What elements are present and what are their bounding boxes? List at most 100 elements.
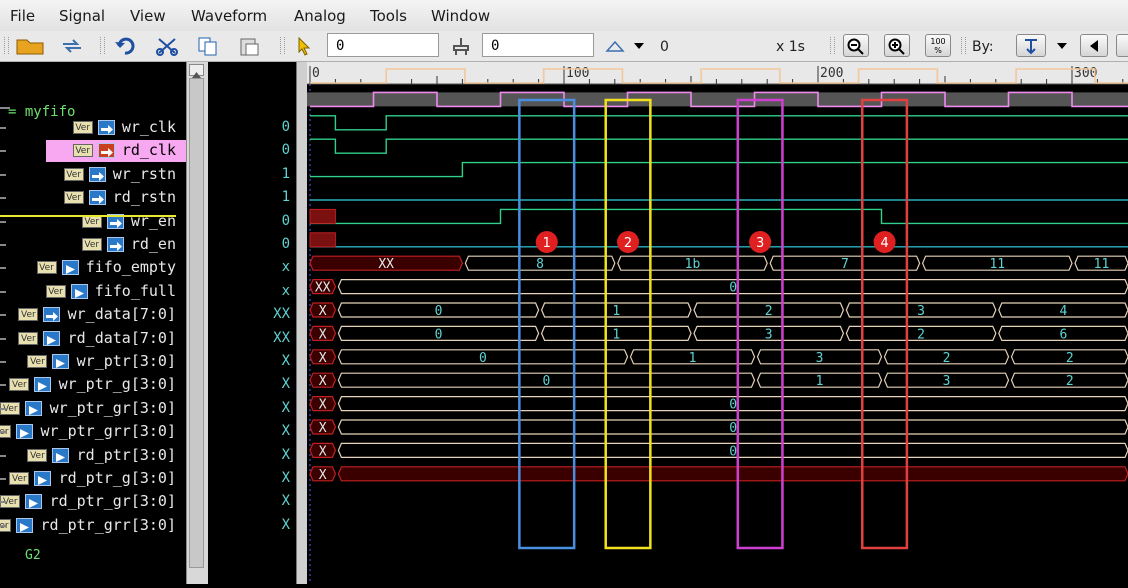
output-arrow-icon	[71, 284, 88, 299]
next-edge-icon[interactable]	[1116, 34, 1128, 57]
bus-value: X	[319, 444, 327, 459]
signal-row[interactable]: wr_enVer	[0, 211, 186, 233]
step-signal-icon[interactable]	[1016, 34, 1046, 57]
output-arrow-icon	[34, 471, 51, 486]
signal-row[interactable]: wr_ptr[3:0]Ver	[0, 351, 186, 373]
signal-row[interactable]: rd_ptr_gr[3:0]Ver	[0, 491, 186, 513]
bus-value: X	[319, 351, 327, 366]
signal-row[interactable]: wr_rstnVer	[0, 164, 186, 186]
bus-value: 0	[729, 444, 737, 459]
input-arrow-icon	[98, 120, 115, 135]
bus-value: 2	[917, 327, 925, 342]
dropdown-arrow-icon[interactable]	[632, 34, 646, 57]
verilog-badge-icon: Ver	[64, 168, 84, 181]
signal-row[interactable]: rd_ptr_grr[3:0]Ver	[0, 515, 186, 537]
signal-value: 0	[282, 213, 290, 229]
signal-row[interactable]: rd_rstnVer	[0, 187, 186, 209]
output-arrow-icon	[25, 401, 42, 416]
signal-row[interactable]: fifo_fullVer	[0, 281, 186, 303]
output-arrow-icon	[34, 377, 51, 392]
bus-value: X	[319, 398, 327, 413]
input-arrow-icon	[98, 143, 115, 158]
waveform-canvas[interactable]: 0100200300XX81b71111XX0X01234X01326X0132…	[307, 62, 1128, 584]
copy-icon[interactable]	[194, 34, 222, 57]
time-ruler	[307, 62, 1128, 84]
selected-row-band	[307, 92, 1128, 106]
waveform-panel[interactable]: 0100200300XX81b71111XX0X01234X01326X0132…	[307, 62, 1128, 584]
bus-value: 0	[435, 304, 443, 319]
signal-name: wr_data[7:0]	[68, 305, 176, 323]
bus-segment	[338, 467, 1128, 481]
menu-file[interactable]: File	[10, 7, 35, 25]
bus-value: 6	[1059, 327, 1067, 342]
scroll-up-icon[interactable]	[189, 64, 204, 76]
by-dropdown-icon[interactable]	[1054, 34, 1070, 57]
verilog-badge-icon: Ver	[37, 261, 57, 274]
x-state-hatch	[310, 233, 335, 247]
signal-row[interactable]: fifo_emptyVer	[0, 257, 186, 279]
paste-icon[interactable]	[236, 34, 264, 57]
menu-waveform[interactable]: Waveform	[191, 7, 267, 25]
menu-tools[interactable]: Tools	[370, 7, 407, 25]
by-label: By:	[972, 39, 994, 55]
output-arrow-icon	[62, 260, 79, 275]
signal-value: XX	[273, 306, 290, 322]
verilog-badge-icon: Ver	[27, 449, 47, 462]
signal-row[interactable]: wr_ptr_g[3:0]Ver	[0, 374, 186, 396]
bus-value: XX	[315, 281, 331, 296]
signal-row[interactable]: rd_enVer	[0, 234, 186, 256]
time-input[interactable]: 0	[327, 33, 439, 57]
cut-icon[interactable]	[153, 34, 181, 57]
open-folder-icon[interactable]	[14, 34, 46, 57]
bus-value: X	[319, 468, 327, 483]
signal-row[interactable]: wr_clkVer	[0, 117, 186, 139]
zoom-out-icon[interactable]	[843, 34, 869, 57]
signal-row[interactable]: wr_ptr_gr[3:0]Ver	[0, 398, 186, 420]
probe-icon[interactable]	[446, 34, 476, 57]
signal-value: x	[282, 283, 290, 299]
signal-name: wr_clk	[122, 118, 176, 136]
prev-edge-icon[interactable]	[1080, 34, 1108, 57]
bus-value: 2	[943, 351, 951, 366]
menu-view[interactable]: View	[130, 7, 166, 25]
verilog-badge-icon: Ver	[9, 472, 29, 485]
bus-value: 11	[989, 257, 1005, 272]
signal-row[interactable]: rd_ptr_g[3:0] Ver	[0, 468, 186, 490]
output-arrow-icon	[43, 331, 60, 346]
signal-row[interactable]: rd_ptr[3:0]Ver	[0, 445, 186, 467]
annotation-label: 3	[756, 236, 764, 251]
insertion-marker	[0, 215, 176, 217]
input-arrow-icon	[89, 167, 106, 182]
signal-value: X	[282, 353, 290, 369]
signal-name: rd_ptr_g[3:0]	[59, 469, 176, 487]
bus-value: 1	[612, 304, 620, 319]
signal-value: X	[282, 400, 290, 416]
reload-icon[interactable]	[58, 34, 86, 57]
undo-icon[interactable]	[112, 34, 140, 57]
zoom-in-icon[interactable]	[884, 34, 910, 57]
bus-value: 0	[435, 327, 443, 342]
annotation-label: 1	[543, 236, 551, 251]
zoom-100-button[interactable]: 100 %	[925, 34, 951, 57]
scroll-thumb[interactable]	[189, 78, 204, 568]
bus-value: 1	[689, 351, 697, 366]
signal-row[interactable]: wr_ptr_grr[3:0]Ver	[0, 421, 186, 443]
zoom-scale-label: x 1s	[776, 39, 805, 55]
bus-value: 2	[765, 304, 773, 319]
signal-value: 1	[282, 189, 290, 205]
signal-row[interactable]: wr_data[7:0]Ver	[0, 304, 186, 326]
group-g2[interactable]: G2	[25, 548, 41, 563]
signal-row[interactable]: rd_clkVer	[0, 140, 186, 162]
menu-window[interactable]: Window	[431, 7, 490, 25]
signal-name: wr_ptr_grr[3:0]	[41, 422, 176, 440]
bus-value: 1b	[685, 257, 701, 272]
select-cursor-icon[interactable]	[292, 34, 316, 57]
triangle-up-icon[interactable]	[604, 34, 626, 57]
menu-analog[interactable]: Analog	[294, 7, 346, 25]
cursor-input[interactable]: 0	[482, 33, 594, 57]
signal-name: rd_en	[131, 235, 176, 253]
signal-name: rd_ptr_grr[3:0]	[41, 516, 176, 534]
signal-row[interactable]: rd_data[7:0]Ver	[0, 328, 186, 350]
signal-list-scrollbar[interactable]	[186, 62, 208, 584]
menu-signal[interactable]: Signal	[59, 7, 105, 25]
